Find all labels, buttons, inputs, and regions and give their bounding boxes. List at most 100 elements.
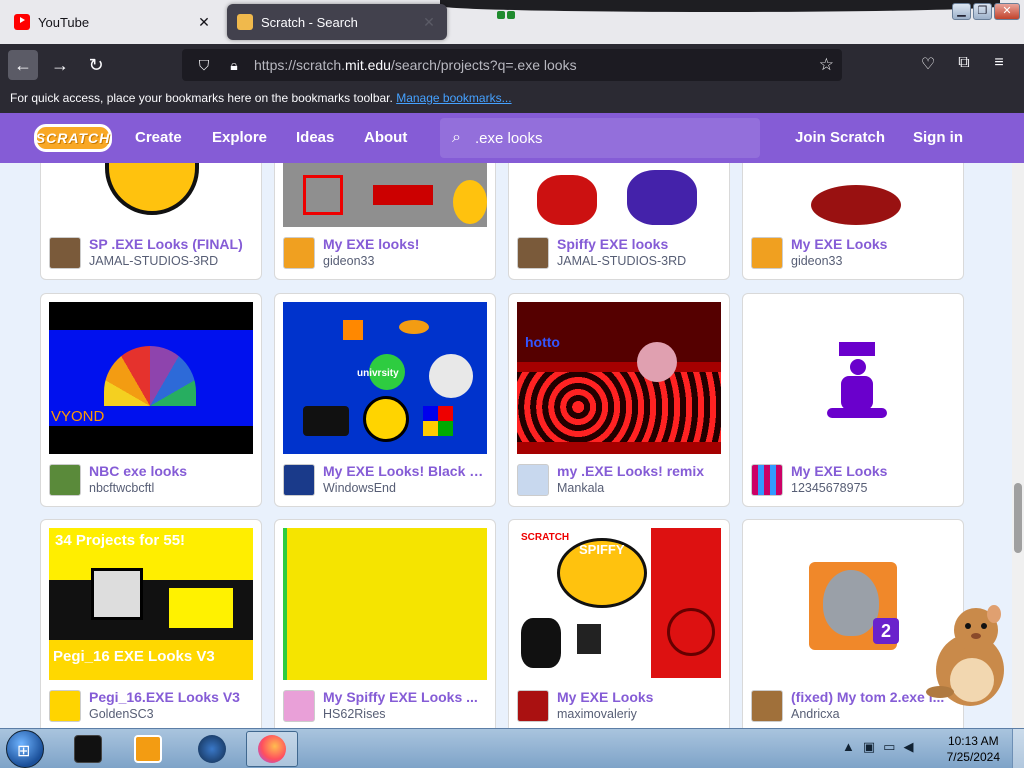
avatar[interactable]: [283, 237, 315, 269]
project-card[interactable]: My Spiffy EXE Looks ... HS62Rises: [274, 519, 496, 728]
reload-button[interactable]: ↻: [81, 50, 111, 80]
project-thumbnail[interactable]: hotto: [517, 302, 721, 454]
join-scratch-link[interactable]: Join Scratch: [795, 129, 885, 146]
url-bar[interactable]: ⛉ 🔒︎ https://scratch. mit.edu/search/proj…: [182, 49, 842, 81]
avatar[interactable]: [283, 464, 315, 496]
avatar[interactable]: [517, 237, 549, 269]
project-title[interactable]: Spiffy EXE looks: [557, 236, 723, 252]
project-title[interactable]: My EXE Looks: [557, 689, 723, 705]
bookmark-star-icon[interactable]: ☆: [819, 55, 834, 75]
restore-icon[interactable]: ❐: [973, 3, 992, 20]
project-card[interactable]: My EXE looks! gideon33: [274, 163, 496, 280]
nav-explore[interactable]: Explore: [212, 129, 267, 146]
lock-icon[interactable]: 🔒︎: [224, 57, 244, 74]
close-window-icon[interactable]: ✕: [994, 3, 1020, 20]
scrollbar[interactable]: [1012, 163, 1024, 728]
project-thumbnail[interactable]: univrsity: [283, 302, 487, 454]
project-card[interactable]: 34 Projects for 55! Pegi_16 EXE Looks V3…: [40, 519, 262, 728]
project-title[interactable]: My EXE Looks! Black Edition: [323, 463, 489, 479]
nav-about[interactable]: About: [364, 129, 407, 146]
project-card[interactable]: My EXE Looks gideon33: [742, 163, 964, 280]
avatar[interactable]: [517, 690, 549, 722]
project-title[interactable]: My Spiffy EXE Looks ...: [323, 689, 489, 705]
taskbar-item-firefox[interactable]: [246, 731, 298, 767]
project-card[interactable]: My EXE Looks 12345678975: [742, 293, 964, 507]
search-box[interactable]: ⌕ .exe looks: [440, 118, 760, 158]
project-card[interactable]: SP .EXE Looks (FINAL) JAMAL-STUDIOS-3RD: [40, 163, 262, 280]
avatar[interactable]: [751, 464, 783, 496]
avatar[interactable]: [49, 237, 81, 269]
forward-button[interactable]: →: [45, 50, 75, 80]
project-thumbnail[interactable]: [283, 163, 487, 227]
taskbar-item-terminal[interactable]: [62, 731, 114, 767]
project-title[interactable]: NBC exe looks: [89, 463, 255, 479]
nav-ideas[interactable]: Ideas: [296, 129, 334, 146]
project-author[interactable]: 12345678975: [791, 481, 957, 495]
tab-scratch-search[interactable]: Scratch - Search ✕: [227, 4, 447, 40]
project-author[interactable]: Mankala: [557, 481, 723, 495]
scrollbar-thumb[interactable]: [1014, 483, 1022, 553]
avatar[interactable]: [751, 237, 783, 269]
project-author[interactable]: gideon33: [791, 254, 957, 268]
close-tab-icon[interactable]: ✕: [421, 14, 437, 31]
project-author[interactable]: gideon33: [323, 254, 489, 268]
avatar[interactable]: [49, 464, 81, 496]
project-card[interactable]: hotto my .EXE Looks! remix Mankala: [508, 293, 730, 507]
extensions-icon[interactable]: ⧉: [953, 54, 975, 72]
display-icon[interactable]: ▭: [883, 739, 895, 755]
project-author[interactable]: JAMAL-STUDIOS-3RD: [557, 254, 723, 268]
start-button[interactable]: ⊞: [6, 730, 44, 768]
project-author[interactable]: nbcftwcbcftl: [89, 481, 255, 495]
back-button[interactable]: ←: [8, 50, 38, 80]
project-title[interactable]: Pegi_16.EXE Looks V3: [89, 689, 255, 705]
project-author[interactable]: HS62Rises: [323, 707, 489, 721]
project-info: Spiffy EXE looks JAMAL-STUDIOS-3RD: [517, 235, 721, 271]
nav-create[interactable]: Create: [135, 129, 182, 146]
project-thumbnail[interactable]: 34 Projects for 55! Pegi_16 EXE Looks V3: [49, 528, 253, 680]
project-title[interactable]: SP .EXE Looks (FINAL): [89, 236, 255, 252]
project-thumbnail[interactable]: [49, 163, 253, 227]
scratch-logo[interactable]: SCRATCH: [34, 124, 112, 152]
project-author[interactable]: WindowsEnd: [323, 481, 489, 495]
project-card[interactable]: SCRATCH SPIFFY My EXE Looks maximovaleri…: [508, 519, 730, 728]
show-desktop-button[interactable]: [1012, 729, 1024, 768]
project-title[interactable]: My EXE Looks: [791, 463, 957, 479]
project-thumbnail[interactable]: [283, 528, 487, 680]
taskbar-item-globe[interactable]: [186, 731, 238, 767]
project-thumbnail[interactable]: SCRATCH SPIFFY: [517, 528, 721, 680]
manage-bookmarks-link[interactable]: Manage bookmarks...: [396, 91, 511, 105]
project-title[interactable]: my .EXE Looks! remix: [557, 463, 723, 479]
pocket-icon[interactable]: ♡: [917, 54, 939, 74]
project-author[interactable]: JAMAL-STUDIOS-3RD: [89, 254, 255, 268]
chevron-up-icon[interactable]: ▲: [842, 739, 855, 755]
avatar[interactable]: [751, 690, 783, 722]
project-thumbnail[interactable]: [751, 163, 955, 227]
clock[interactable]: 10:13 AM 7/25/2024: [947, 733, 1000, 765]
project-author[interactable]: GoldenSC3: [89, 707, 255, 721]
project-title[interactable]: My EXE Looks: [791, 236, 957, 252]
volume-icon[interactable]: ◀: [903, 739, 913, 755]
project-card[interactable]: Spiffy EXE looks JAMAL-STUDIOS-3RD: [508, 163, 730, 280]
bookmarks-toolbar: For quick access, place your bookmarks h…: [0, 86, 1024, 113]
close-tab-icon[interactable]: ✕: [196, 14, 212, 31]
menu-icon[interactable]: ≡: [988, 54, 1010, 72]
tab-youtube[interactable]: YouTube ✕: [4, 4, 222, 40]
project-author[interactable]: maximovaleriy: [557, 707, 723, 721]
network-icon[interactable]: ▣: [863, 739, 875, 755]
sign-in-link[interactable]: Sign in: [913, 129, 963, 146]
taskbar-item-media-player[interactable]: [122, 731, 174, 767]
search-input[interactable]: .exe looks: [475, 130, 543, 147]
project-card[interactable]: VYOND NBC exe looks nbcftwcbcftl: [40, 293, 262, 507]
project-thumbnail[interactable]: [751, 302, 955, 454]
project-thumbnail[interactable]: VYOND: [49, 302, 253, 454]
avatar[interactable]: [517, 464, 549, 496]
project-thumbnail[interactable]: [517, 163, 721, 227]
avatar[interactable]: [283, 690, 315, 722]
shield-icon[interactable]: ⛉: [194, 57, 214, 74]
project-title[interactable]: My EXE looks!: [323, 236, 489, 252]
project-card[interactable]: univrsity My EXE Looks! Black Edition Wi…: [274, 293, 496, 507]
tom-number: 2: [873, 618, 899, 644]
minimize-icon[interactable]: ▁: [952, 3, 971, 20]
url-path: /search/projects?q=.exe looks: [390, 57, 577, 73]
avatar[interactable]: [49, 690, 81, 722]
